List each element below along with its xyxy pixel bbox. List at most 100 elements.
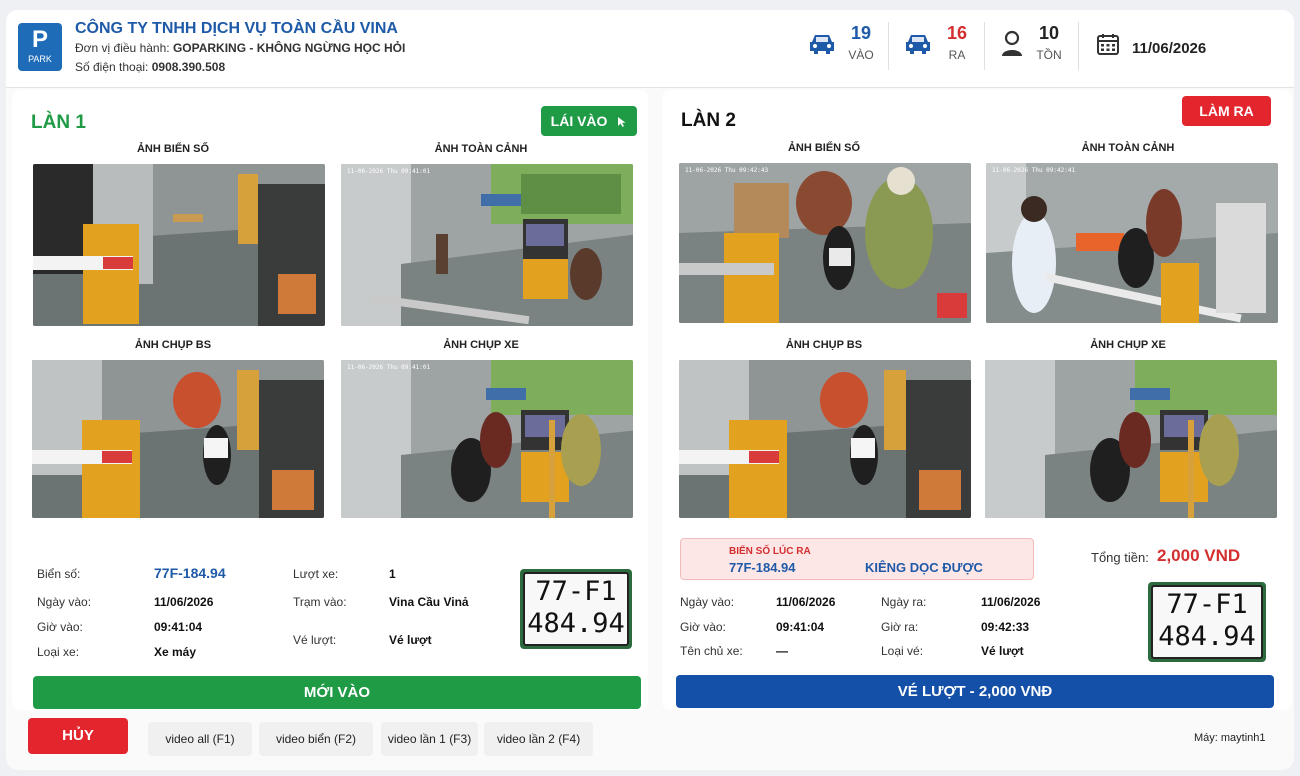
cursor-icon [618,117,626,128]
logo-sub: PARK [28,54,52,64]
stat-stock: 10 TỒN [1032,22,1066,62]
owner-value: — [776,644,788,658]
exit-date-label: Ngày ra: [881,595,927,609]
header: P PARK CÔNG TY TNHH DỊCH VỤ TOÀN CẦU VIN… [6,10,1294,88]
caption-overview-photo: ẢNH TOÀN CẢNH [434,143,528,155]
divider [888,22,889,70]
new-entry-status-bar[interactable]: MỚI VÀO [33,676,641,709]
logo-letter: P [31,26,48,53]
ticket-type-label: Loại vé: [881,644,924,658]
stat-out-value: 16 [946,23,968,43]
entry-date-value: 11/06/2026 [776,595,836,609]
entry-date-value: 11/06/2026 [154,595,214,609]
caption-vehicle-capture: ẢNH CHỤP XE [1090,339,1166,351]
entry-time-value: 09:41:04 [776,620,825,634]
video-lane2-button[interactable]: video lần 2 (F4) [484,722,593,756]
camera-overview-image: 11-06-2026 Thu 09:42:41 [986,163,1278,323]
car-in-icon [810,35,834,54]
stat-out: 16 RA [940,22,974,62]
video-plate-button[interactable]: video biển (F2) [259,722,373,756]
camera-timestamp: 11-06-2026 Thu 09:41:01 [347,168,431,175]
exit-plate-box: BIỂN SỐ LÚC RA 77F-184.94 KIÊNG DỌC ĐƯỢC [680,538,1034,580]
entry-time-label: Giờ vào: [680,620,726,634]
lane1-panel: LÀN 1 LÁI VÀO ẢNH BIỂN SỐ ẢNH TOÀN CẢNH … [12,90,648,710]
caption-plate-capture: ẢNH CHỤP BS [785,339,863,351]
vehicle-type-label: Loại xe: [37,645,80,659]
camera-timestamp: 11-06-2026 Thu 09:42:43 [685,167,769,174]
ticket-fee-status-bar[interactable]: VÉ LƯỢT - 2,000 VNĐ [676,675,1274,708]
drive-in-button[interactable]: LÁI VÀO [541,106,637,136]
exit-time-label: Giờ ra: [881,620,919,634]
logo: P PARK [18,23,62,71]
caption-overview-photo: ẢNH TOÀN CẢNH [1081,142,1175,154]
calendar-icon [1097,34,1119,55]
person-icon [1002,30,1022,56]
camera-timestamp: 11-06-2026 Thu 09:42:41 [992,167,1076,174]
entry-time-label: Giờ vào: [37,620,83,634]
caption-plate-photo: ẢNH BIỂN SỐ [787,142,861,154]
phone-label: Số điện thoại: [75,60,149,74]
station-value: Vina Cầu Vinả [389,595,469,609]
divider [984,22,985,70]
ticket-value: Vé lượt [389,633,432,647]
caption-plate-capture: ẢNH CHỤP BS [134,339,212,351]
camera-overview-image: 11-06-2026 Thu 09:41:01 [341,164,633,326]
plate-line2: 484.94 [1158,621,1256,652]
plate-line1: 77-F1 [1166,589,1248,620]
vehicle-type-value: Xe máy [154,645,197,659]
parking-app: P PARK CÔNG TY TNHH DỊCH VỤ TOÀN CẦU VIN… [6,10,1294,770]
camera-vehicle-capture-image: 11-06-2026 Thu 09:41:01 [341,360,633,518]
entry-date-label: Ngày vào: [680,595,735,609]
camera-vehicle-capture-image [985,360,1277,518]
plate-line2: 484.94 [527,608,625,639]
caption-vehicle-capture: ẢNH CHỤP XE [443,339,519,351]
stat-out-label: RA [948,48,966,62]
license-plate-image: 77-F1 484.94 [1148,582,1266,662]
phone: Số điện thoại: 0908.390.508 [75,60,225,74]
entry-date-label: Ngày vào: [37,595,92,609]
camera-plate-capture-image [32,360,324,518]
video-lane1-button[interactable]: video lần 1 (F3) [381,722,478,756]
company-name: CÔNG TY TNHH DỊCH VỤ TOÀN CẦU VINA [75,20,398,37]
camera-plate-image: 11-06-2026 Thu 09:42:43 [679,163,971,323]
lane2-panel: LÀN 2 LÀM RA ẢNH BIỂN SỐ ẢNH TOÀN CẢNH Ả… [662,90,1292,710]
phone-value: 0908.390.508 [151,60,226,74]
car-out-icon [906,35,930,54]
exit-button[interactable]: LÀM RA [1182,96,1271,126]
plate-label: Biển số: [37,567,81,581]
license-plate-image: 77-F1 484.94 [520,569,632,649]
cancel-button[interactable]: HỦY [28,718,128,754]
station-label: Trạm vào: [293,595,347,609]
caption-plate-photo: ẢNH BIỂN SỐ [136,143,210,155]
turn-value: 1 [389,567,396,581]
ticket-type-value: Vé lượt [981,644,1024,658]
camera-plate-capture-image [679,360,971,518]
exit-date-value: 11/06/2026 [981,595,1041,609]
total-label: Tổng tiền: [1091,550,1149,565]
drive-in-label: LÁI VÀO [550,113,608,129]
operator: Đơn vị điều hành: GOPARKING - KHÔNG NGỪN… [75,41,405,55]
lane1-title: LÀN 1 [31,112,86,133]
camera-plate-image [33,164,325,326]
machine-label: Máy: maytinh1 [1194,732,1266,744]
operator-value: GOPARKING - KHÔNG NGỪNG HỌC HỎI [172,41,406,55]
stat-in-label: VÀO [848,48,874,62]
total-value: 2,000 VND [1157,546,1241,565]
header-date: 11/06/2026 [1132,40,1207,57]
camera-timestamp: 11-06-2026 Thu 09:41:01 [347,364,431,371]
divider [1078,22,1079,70]
owner-label: Tên chủ xe: [680,644,743,658]
plate-line1: 77-F1 [535,576,617,607]
ticket-label: Vé lượt: [293,633,337,647]
stat-stock-label: TỒN [1036,48,1062,62]
turn-label: Lượt xe: [293,567,339,581]
exit-note: KIÊNG DỌC ĐƯỢC [865,560,983,575]
entry-time-value: 09:41:04 [154,620,203,634]
stat-in: 19 VÀO [844,22,878,62]
plate-value: 77F-184.94 [154,565,226,581]
exit-time-value: 09:42:33 [981,620,1030,634]
video-all-button[interactable]: video all (F1) [148,722,252,756]
exit-plate-label: BIỂN SỐ LÚC RA [729,546,811,557]
stat-stock-value: 10 [1038,23,1060,43]
exit-plate-value: 77F-184.94 [729,560,796,575]
